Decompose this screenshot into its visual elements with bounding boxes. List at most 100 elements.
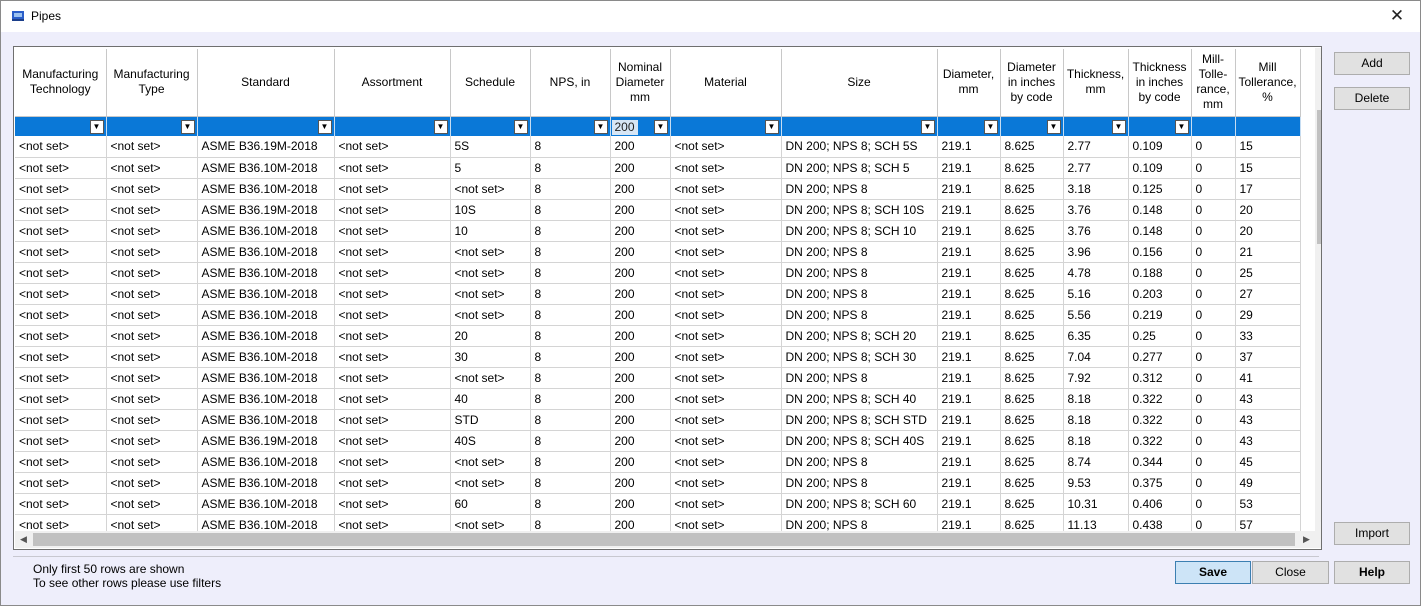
table-cell[interactable]: <not set> (15, 220, 107, 242)
column-header[interactable]: Assortment (334, 49, 451, 117)
table-cell[interactable]: 8 (530, 157, 611, 179)
table-cell[interactable]: 0 (1191, 262, 1236, 284)
filter-dropdown-icon[interactable]: ▼ (1111, 119, 1126, 134)
table-cell[interactable]: 10S (450, 199, 531, 221)
column-filter[interactable]: ▼ (334, 116, 451, 136)
table-cell[interactable]: <not set> (670, 493, 782, 515)
horizontal-scroll-thumb[interactable] (33, 533, 1295, 546)
scroll-left-arrow-icon[interactable]: ◀ (15, 531, 32, 548)
table-cell[interactable]: <not set> (106, 472, 198, 494)
table-cell[interactable]: 219.1 (937, 262, 1001, 284)
table-row[interactable]: <not set> <not set> ASME B36.10M-2018 <not … (15, 325, 1301, 347)
table-cell[interactable]: <not set> (334, 493, 451, 515)
table-cell[interactable]: 27 (1235, 283, 1301, 305)
filter-dropdown-icon[interactable]: ▼ (653, 119, 668, 134)
table-cell[interactable]: 9.53 (1063, 472, 1129, 494)
table-cell[interactable]: <not set> (670, 325, 782, 347)
table-cell[interactable]: 0 (1191, 472, 1236, 494)
table-cell[interactable]: 8.625 (1000, 409, 1064, 431)
column-filter[interactable]: ▼ (937, 116, 1001, 136)
table-cell[interactable]: DN 200; NPS 8; SCH 40S (781, 430, 938, 452)
table-cell[interactable]: 0 (1191, 493, 1236, 515)
table-cell[interactable]: 0 (1191, 367, 1236, 389)
table-cell[interactable]: <not set> (334, 157, 451, 179)
table-cell[interactable]: 219.1 (937, 409, 1001, 431)
filter-dropdown-icon[interactable]: ▼ (433, 119, 448, 134)
table-cell[interactable]: ASME B36.10M-2018 (197, 283, 335, 305)
table-cell[interactable]: 8 (530, 451, 611, 473)
table-cell[interactable]: <not set> (106, 157, 198, 179)
table-cell[interactable]: 8.625 (1000, 367, 1064, 389)
table-cell[interactable]: 7.04 (1063, 346, 1129, 368)
table-row[interactable]: <not set> <not set> ASME B36.10M-2018 <not … (15, 493, 1301, 515)
table-cell[interactable]: 200 (610, 346, 671, 368)
table-cell[interactable]: ASME B36.10M-2018 (197, 241, 335, 263)
table-cell[interactable]: 5 (450, 157, 531, 179)
table-cell[interactable]: STD (450, 409, 531, 431)
table-cell[interactable]: <not set> (334, 283, 451, 305)
table-cell[interactable]: 200 (610, 178, 671, 200)
save-button[interactable]: Save (1175, 561, 1251, 584)
table-cell[interactable]: 219.1 (937, 157, 1001, 179)
table-cell[interactable]: 3.76 (1063, 199, 1129, 221)
table-cell[interactable]: DN 200; NPS 8 (781, 472, 938, 494)
table-cell[interactable]: <not set> (334, 388, 451, 410)
table-cell[interactable]: DN 200; NPS 8 (781, 241, 938, 263)
table-cell[interactable]: <not set> (334, 346, 451, 368)
table-cell[interactable]: 0.322 (1128, 430, 1192, 452)
table-cell[interactable]: 200 (610, 388, 671, 410)
table-cell[interactable]: 219.1 (937, 304, 1001, 326)
table-cell[interactable]: 200 (610, 430, 671, 452)
table-cell[interactable]: 8.625 (1000, 178, 1064, 200)
table-cell[interactable]: <not set> (334, 220, 451, 242)
table-cell[interactable]: ASME B36.10M-2018 (197, 346, 335, 368)
table-cell[interactable]: <not set> (15, 430, 107, 452)
table-cell[interactable]: 20 (1235, 199, 1301, 221)
table-cell[interactable]: <not set> (670, 388, 782, 410)
table-cell[interactable]: ASME B36.10M-2018 (197, 325, 335, 347)
table-cell[interactable]: ASME B36.10M-2018 (197, 304, 335, 326)
table-cell[interactable]: ASME B36.10M-2018 (197, 367, 335, 389)
column-header[interactable]: Diameter, mm (937, 49, 1001, 117)
table-cell[interactable]: 3.18 (1063, 178, 1129, 200)
horizontal-scrollbar[interactable]: ◀ ▶ (15, 531, 1315, 548)
table-cell[interactable]: 0 (1191, 199, 1236, 221)
table-cell[interactable]: 0.156 (1128, 241, 1192, 263)
table-cell[interactable]: <not set> (106, 136, 198, 158)
table-cell[interactable]: 8 (530, 136, 611, 158)
table-cell[interactable]: <not set> (15, 451, 107, 473)
table-cell[interactable]: 8 (530, 325, 611, 347)
table-cell[interactable]: 3.96 (1063, 241, 1129, 263)
table-cell[interactable]: 219.1 (937, 430, 1001, 452)
table-cell[interactable]: <not set> (670, 178, 782, 200)
table-cell[interactable]: <not set> (15, 241, 107, 263)
table-cell[interactable]: <not set> (670, 367, 782, 389)
table-cell[interactable]: <not set> (670, 241, 782, 263)
table-cell[interactable]: 8 (530, 304, 611, 326)
table-cell[interactable]: 8.625 (1000, 199, 1064, 221)
table-cell[interactable]: <not set> (450, 262, 531, 284)
table-cell[interactable]: <not set> (15, 388, 107, 410)
table-cell[interactable]: 0.125 (1128, 178, 1192, 200)
table-cell[interactable]: DN 200; NPS 8; SCH 5S (781, 136, 938, 158)
table-cell[interactable]: DN 200; NPS 8 (781, 304, 938, 326)
table-cell[interactable]: 0.277 (1128, 346, 1192, 368)
table-cell[interactable]: 10 (450, 220, 531, 242)
column-header[interactable]: Thickness in inches by code (1128, 49, 1192, 117)
table-cell[interactable]: 0.375 (1128, 472, 1192, 494)
table-cell[interactable]: 8 (530, 346, 611, 368)
table-cell[interactable]: 8.625 (1000, 388, 1064, 410)
table-cell[interactable]: DN 200; NPS 8 (781, 367, 938, 389)
table-cell[interactable]: <not set> (670, 136, 782, 158)
table-cell[interactable]: 200 (610, 451, 671, 473)
table-cell[interactable]: <not set> (334, 199, 451, 221)
table-cell[interactable]: ASME B36.10M-2018 (197, 388, 335, 410)
table-cell[interactable]: 219.1 (937, 367, 1001, 389)
table-cell[interactable]: 219.1 (937, 472, 1001, 494)
table-cell[interactable]: DN 200; NPS 8 (781, 283, 938, 305)
table-cell[interactable]: DN 200; NPS 8; SCH 30 (781, 346, 938, 368)
table-row[interactable]: <not set> <not set> ASME B36.10M-2018 <not … (15, 304, 1301, 326)
column-filter[interactable]: ▼ (1128, 116, 1192, 136)
table-row[interactable]: <not set> <not set> ASME B36.10M-2018 <not … (15, 178, 1301, 200)
table-cell[interactable]: <not set> (106, 388, 198, 410)
